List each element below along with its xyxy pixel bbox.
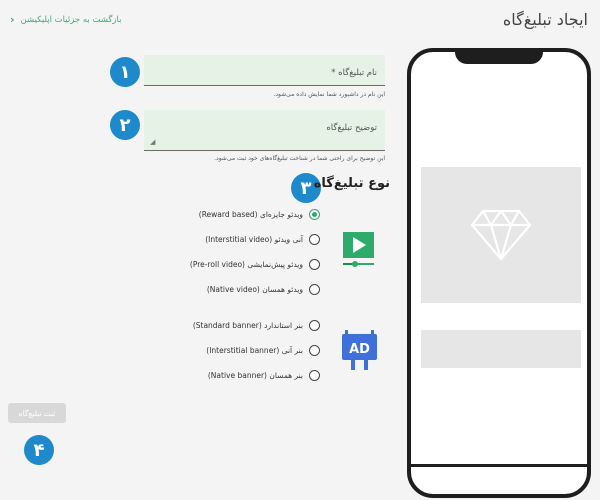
step-badge-1: ۱ [110, 57, 140, 87]
radio-native-video[interactable] [309, 284, 320, 295]
resize-handle-icon[interactable]: ◢ [150, 138, 155, 146]
phone-notch [455, 52, 543, 64]
option-label: آنی ویدئو (Interstitial video) [205, 235, 303, 244]
adspace-name-placeholder: نام تبلیغ‌گاه * [331, 68, 377, 78]
submit-adspace-button[interactable]: ثبت تبلیغ‌گاه [8, 403, 66, 423]
back-link-label: بازگشت به جزئیات اپلیکیشن [20, 14, 122, 25]
video-play-icon [343, 232, 374, 267]
radio-preroll-video[interactable] [309, 259, 320, 270]
ad-banner-icon: AD [342, 330, 377, 370]
adspace-description-placeholder: توضیح تبلیغ‌گاه [326, 123, 377, 133]
radio-standard-banner[interactable] [309, 320, 320, 331]
option-label: بنر همسان (Native banner) [207, 371, 303, 380]
step-badge-2: ۲ [110, 110, 140, 140]
chevron-left-icon: ‹ [10, 13, 15, 26]
svg-text:AD: AD [349, 342, 370, 357]
phone-preview [407, 48, 591, 498]
option-standard-banner[interactable]: بنر استاندارد (Standard banner) [193, 320, 320, 331]
preview-image-placeholder [421, 167, 581, 303]
radio-reward-video[interactable] [309, 209, 320, 220]
option-reward-video[interactable]: ویدئو جایزه‌ای (Reward based) [199, 209, 320, 220]
option-label: ویدئو جایزه‌ای (Reward based) [198, 210, 303, 219]
radio-interstitial-banner[interactable] [309, 345, 320, 356]
option-native-banner[interactable]: بنر همسان (Native banner) [208, 370, 320, 381]
back-link[interactable]: بازگشت به جزئیات اپلیکیشن ‹ [10, 14, 122, 25]
adspace-description-field[interactable]: توضیح تبلیغ‌گاه ◢ [144, 110, 385, 151]
option-interstitial-banner[interactable]: بنر آنی (Interstitial banner) [206, 345, 320, 356]
option-label: بنر آنی (Interstitial banner) [206, 346, 303, 355]
adspace-description-hint: این توضیح برای راحتی شما در شناخت تبلیغ‌… [214, 155, 385, 162]
option-label: ویدئو همسان (Native video) [206, 285, 303, 294]
radio-native-banner[interactable] [309, 370, 320, 381]
option-preroll-video[interactable]: ویدئو پیش‌نمایشی (Pre-roll video) [190, 259, 320, 270]
preview-banner-placeholder [421, 330, 581, 368]
option-label: بنر استاندارد (Standard banner) [192, 321, 303, 330]
diamond-icon [470, 209, 532, 261]
option-interstitial-video[interactable]: آنی ویدئو (Interstitial video) [205, 234, 320, 245]
adspace-type-title: نوع تبلیغ‌گاه [313, 176, 390, 191]
adspace-name-field[interactable]: نام تبلیغ‌گاه * [144, 55, 385, 86]
radio-interstitial-video[interactable] [309, 234, 320, 245]
option-native-video[interactable]: ویدئو همسان (Native video) [207, 284, 320, 295]
option-label: ویدئو پیش‌نمایشی (Pre-roll video) [189, 260, 303, 269]
step-badge-4: ۴ [24, 435, 54, 465]
page-title: ایجاد تبلیغ‌گاه [502, 10, 588, 29]
adspace-name-hint: این نام در داشبورد شما نمایش داده می‌شود… [273, 91, 385, 98]
phone-bottom-bar [411, 464, 587, 467]
